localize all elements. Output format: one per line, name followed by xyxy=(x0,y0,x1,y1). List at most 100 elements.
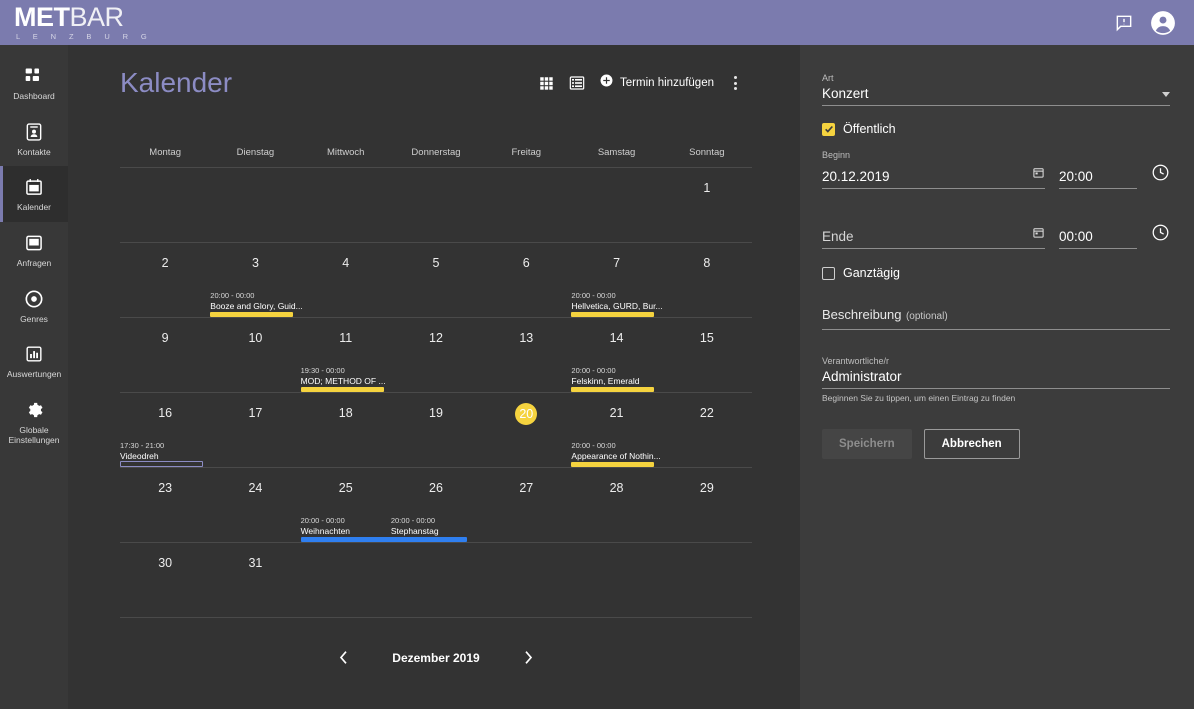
weekday-label: Donnerstag xyxy=(411,147,461,158)
account-circle-icon[interactable] xyxy=(1150,10,1176,36)
calendar-day-number: 23 xyxy=(158,481,173,495)
sidebar-item-kalender[interactable]: Kalender xyxy=(0,166,68,222)
calendar-day-cell[interactable]: 8 xyxy=(662,243,752,317)
responsible-input[interactable]: Administrator xyxy=(822,369,902,384)
calendar-day-cell[interactable]: 5 xyxy=(391,243,481,317)
feedback-speech-bubble-icon[interactable] xyxy=(1114,13,1134,33)
calendar-event-bar[interactable] xyxy=(571,387,655,392)
calendar-day-cell-empty xyxy=(391,168,481,242)
calendar-event[interactable]: 20:00 - 00:00 Appearance of Nothin... xyxy=(571,427,661,467)
begin-time-input[interactable]: 20:00 xyxy=(1059,169,1093,184)
calendar-event-text: 20:00 - 00:00 Hellvetica, GURD, Bur... xyxy=(571,291,662,312)
plus-circle-icon xyxy=(600,74,613,92)
calendar-day-cell[interactable]: 17 xyxy=(210,393,300,467)
calendar-day-cell[interactable]: 28 xyxy=(571,468,661,542)
calendar-day-number: 27 xyxy=(519,481,534,495)
calendar-day-cell[interactable]: 19 xyxy=(391,393,481,467)
calendar-event-time: 20:00 - 00:00 xyxy=(390,515,436,525)
app-root: METBAR L E N Z B U R G Dashboard Kontakt… xyxy=(0,0,1194,709)
begin-date-input[interactable]: 20.12.2019 xyxy=(822,169,890,184)
calendar-day-cell[interactable]: 15 xyxy=(662,318,752,392)
public-checkbox[interactable] xyxy=(822,122,835,136)
allday-checkbox-row[interactable]: Ganztägig xyxy=(822,266,1170,280)
calendar-day-number: 22 xyxy=(699,406,714,420)
calendar-day-cell[interactable]: 24 xyxy=(210,468,300,542)
calendar-event-time: 20:00 - 00:00 xyxy=(300,515,345,525)
sidebar-item-anfragen[interactable]: Anfragen xyxy=(0,222,68,278)
calendar-event-bar[interactable] xyxy=(300,387,384,392)
calendar-day-cell[interactable]: 22 xyxy=(662,393,752,467)
calendar-day-cell[interactable]: 30 xyxy=(120,543,210,617)
chevron-down-icon[interactable] xyxy=(1162,92,1170,97)
end-time-input[interactable]: 00:00 xyxy=(1059,229,1093,244)
art-field[interactable]: Art Konzert xyxy=(822,73,1170,106)
chevron-right-icon[interactable] xyxy=(519,646,538,669)
calendar-event[interactable]: 20:00 - 00:00 Felskinn, Emerald xyxy=(571,352,661,392)
calendar-day-cell[interactable]: 23 xyxy=(120,468,210,542)
calendar-picker-icon[interactable] xyxy=(1032,166,1045,184)
calendar-day-cell[interactable]: 18 xyxy=(301,393,391,467)
calendar-event-bar[interactable] xyxy=(120,461,204,467)
page-header: Kalender Termin hinzufügen xyxy=(120,45,752,99)
calendar-week-row: 9 10 11 12 13 14 15 19:30 - 00:00 MOD; METHOD OF… xyxy=(120,318,752,393)
calendar-day-number: 1 xyxy=(703,181,711,195)
calendar-event-bar[interactable] xyxy=(571,312,655,317)
calendar-event-bar[interactable] xyxy=(210,312,294,317)
art-select-value[interactable]: Konzert xyxy=(822,86,869,101)
calendar-event-time: 20:00 - 00:00 xyxy=(571,440,616,450)
calendar-event[interactable]: 20:00 - 00:00 Hellvetica, GURD, Bur... xyxy=(571,277,663,317)
calendar-picker-icon[interactable] xyxy=(1032,226,1045,244)
calendar-day-cell[interactable]: 1 xyxy=(662,168,752,242)
sidebar-item-kontakte[interactable]: Kontakte xyxy=(0,111,68,167)
public-checkbox-row[interactable]: Öffentlich xyxy=(822,122,1170,136)
chevron-left-icon[interactable] xyxy=(334,646,353,669)
add-appointment-label: Termin hinzufügen xyxy=(620,77,714,89)
end-date-input[interactable]: Ende xyxy=(822,229,854,244)
sidebar-item-auswertungen[interactable]: Auswertungen xyxy=(0,333,68,389)
calendar-day-number: 13 xyxy=(519,331,534,345)
list-view-icon[interactable] xyxy=(569,75,585,91)
sidebar-item-label: Kalender xyxy=(16,202,52,213)
calendar-day-cell[interactable]: 4 xyxy=(301,243,391,317)
calendar-day-cell[interactable]: 13 xyxy=(481,318,571,392)
grid-view-icon[interactable] xyxy=(539,76,554,91)
calendar-day-number: 20 xyxy=(515,403,538,425)
allday-checkbox[interactable] xyxy=(822,266,835,280)
calendar-event-bar[interactable] xyxy=(571,462,655,467)
calendar-day-cell-empty xyxy=(391,543,481,617)
kebab-menu-icon[interactable] xyxy=(729,73,742,93)
calendar-event[interactable]: 20:00 - 00:00 Booze and Glory, Guid... xyxy=(210,277,303,317)
calendar-day-cell[interactable]: 20 xyxy=(481,393,571,467)
logo-bold-text: MET xyxy=(14,2,70,33)
calendar-day-number: 28 xyxy=(609,481,624,495)
sidebar-item-globale-einstellungen[interactable]: Globale Einstellungen xyxy=(0,389,68,455)
sidebar-item-genres[interactable]: Genres xyxy=(0,278,68,334)
calendar-day-cell[interactable]: 9 xyxy=(120,318,210,392)
clock-icon[interactable] xyxy=(1151,163,1170,187)
calendar-footer-nav: Dezember 2019 xyxy=(120,646,752,709)
calendar-day-cell[interactable]: 2 xyxy=(120,243,210,317)
calendar-day-cell[interactable]: 31 xyxy=(210,543,300,617)
calendar-event-time: 19:30 - 00:00 xyxy=(300,365,345,375)
calendar-day-cell[interactable]: 6 xyxy=(481,243,571,317)
calendar-day-cell[interactable]: 12 xyxy=(391,318,481,392)
calendar-day-number: 21 xyxy=(609,406,624,420)
save-button[interactable]: Speichern xyxy=(822,429,912,459)
top-bar: METBAR L E N Z B U R G xyxy=(0,0,1194,45)
calendar-day-cell[interactable]: 10 xyxy=(210,318,300,392)
clock-icon[interactable] xyxy=(1151,223,1170,247)
description-field[interactable]: Beschreibung (optional) xyxy=(822,306,1170,330)
calendar-event[interactable]: 19:30 - 00:00 MOD; METHOD OF ... xyxy=(300,352,391,392)
add-appointment-button[interactable]: Termin hinzufügen xyxy=(600,74,714,92)
calendar-event[interactable]: 17:30 - 21:00 Videodreh xyxy=(120,427,210,467)
calendar-day-cell[interactable]: 27 xyxy=(481,468,571,542)
sidebar-item-dashboard[interactable]: Dashboard xyxy=(0,55,68,111)
calendar-day-number: 15 xyxy=(699,331,714,345)
end-field: Ende 00:00 xyxy=(822,223,1170,249)
calendar-day-cell[interactable]: 29 xyxy=(662,468,752,542)
calendar-day-number: 9 xyxy=(161,331,169,345)
calendar-day-number: 12 xyxy=(429,331,443,345)
calendar-event[interactable]: 20:00 - 00:00 Stephanstag xyxy=(391,502,481,542)
calendar-day-number: 31 xyxy=(248,556,263,570)
cancel-button[interactable]: Abbrechen xyxy=(923,429,1020,459)
